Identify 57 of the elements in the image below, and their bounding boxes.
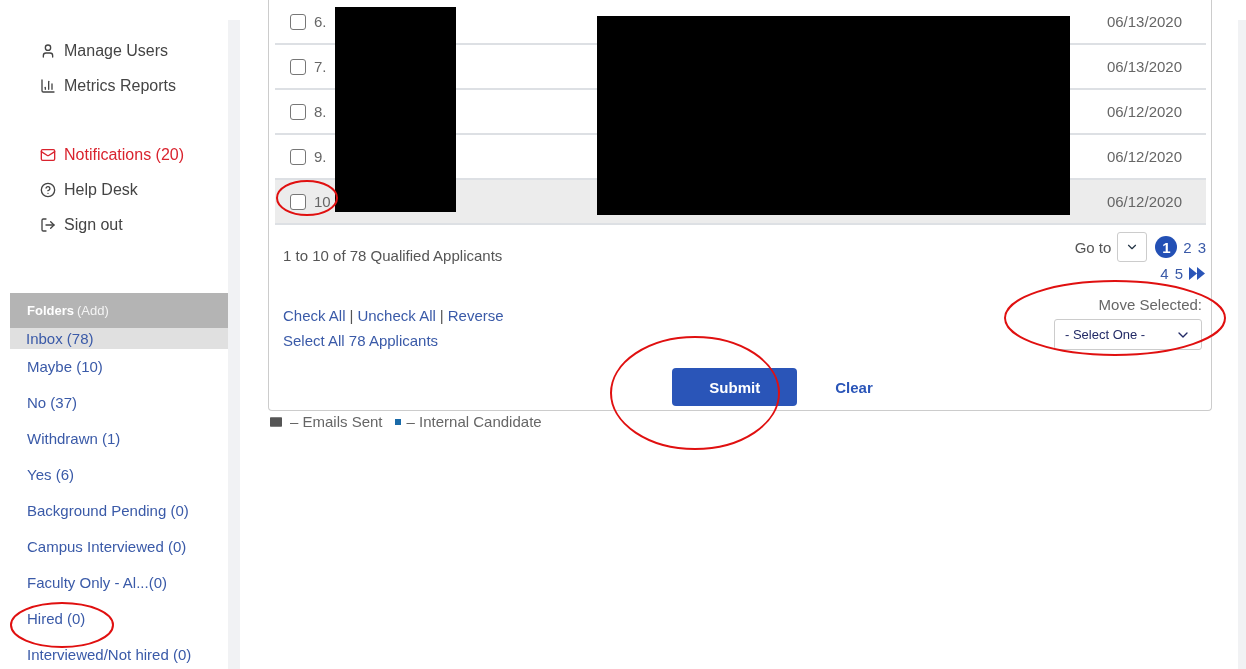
- date-cell: 06/12/2020: [1106, 148, 1182, 165]
- submit-button[interactable]: Submit: [672, 368, 798, 406]
- bar-chart-icon: [40, 78, 56, 94]
- square-icon: [394, 418, 401, 425]
- action-link[interactable]: Reverse: [447, 307, 504, 324]
- folder-link[interactable]: Faculty Only - Al...(0): [10, 573, 228, 593]
- row-checkbox[interactable]: [290, 148, 306, 165]
- date-cell: 06/12/2020: [1106, 193, 1182, 210]
- date-cell: 06/13/2020: [1106, 58, 1182, 75]
- page-link[interactable]: 5: [1174, 262, 1183, 284]
- clear-link[interactable]: Clear: [835, 378, 873, 396]
- move-selected-label: Move Selected:: [1098, 296, 1202, 313]
- sign-out-icon: [40, 217, 56, 233]
- row-number: 6.: [314, 13, 327, 30]
- menu-link[interactable]: Sign out: [40, 214, 123, 236]
- row-number: 10: [314, 193, 331, 210]
- folder-link[interactable]: Maybe (10): [10, 357, 228, 377]
- folder-link[interactable]: Hired (0): [10, 609, 228, 629]
- action-link[interactable]: Uncheck All: [357, 307, 436, 324]
- select-all-link[interactable]: Select All 78 Applicants: [283, 332, 439, 349]
- page-link[interactable]: 1: [1155, 236, 1178, 258]
- go-to-label: Go to: [1074, 238, 1112, 256]
- folder-link[interactable]: Interviewed/Not hired (0): [10, 645, 228, 665]
- separator: |: [349, 307, 354, 324]
- page-link[interactable]: 4: [1160, 262, 1169, 284]
- folder-link[interactable]: Inbox (78): [10, 328, 228, 349]
- annotation-circle: [276, 180, 338, 216]
- page-link[interactable]: 3: [1197, 236, 1206, 258]
- menu-link[interactable]: Help Desk: [40, 179, 138, 201]
- user-icon: [40, 43, 56, 59]
- folders-title: Folders: [27, 303, 74, 318]
- menu-link[interactable]: Manage Users: [40, 40, 169, 62]
- row-number: 7.: [314, 58, 327, 75]
- page-link[interactable]: 2: [1183, 236, 1192, 258]
- menu-link[interactable]: Metrics Reports: [40, 75, 177, 97]
- action-link[interactable]: Check All: [283, 307, 346, 324]
- folder-link[interactable]: Withdrawn (1): [10, 429, 228, 449]
- folder-link[interactable]: Background Pending (0): [10, 501, 228, 521]
- row-checkbox[interactable]: [290, 13, 306, 30]
- menu-link[interactable]: Notifications (20): [40, 144, 185, 166]
- results-count: 1 to 10 of 78 Qualified Applicants: [283, 247, 504, 266]
- row-checkbox[interactable]: [290, 103, 306, 120]
- row-number: 8.: [314, 103, 327, 120]
- row-number: 9.: [314, 148, 327, 165]
- fast-forward-icon[interactable]: [1189, 266, 1206, 280]
- legend-label: – Internal Candidate: [406, 413, 542, 430]
- row-checkbox[interactable]: [290, 193, 306, 210]
- separator: |: [439, 307, 444, 324]
- help-icon: [40, 182, 56, 198]
- folder-link[interactable]: No (37): [10, 393, 228, 413]
- legend-label: – Emails Sent: [290, 413, 383, 430]
- folder-link[interactable]: Campus Interviewed (0): [10, 537, 228, 557]
- date-cell: 06/13/2020: [1106, 13, 1182, 30]
- date-cell: 06/12/2020: [1106, 103, 1182, 120]
- row-checkbox[interactable]: [290, 58, 306, 75]
- folder-link[interactable]: Yes (6): [10, 465, 228, 485]
- move-folder-select[interactable]: - Select One -: [1054, 319, 1202, 350]
